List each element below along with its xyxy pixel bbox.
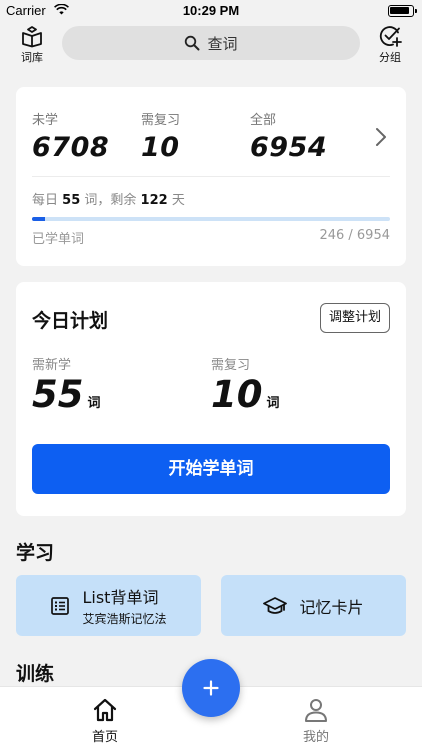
vocabulary-stats-card[interactable]: 未学 6708 需复习 10 全部 6954 每日 55 词，剩余 122 天 … <box>16 87 406 266</box>
plan-title: 今日计划 <box>32 310 109 332</box>
daily-mid: 词，剩余 <box>84 193 137 208</box>
study-section-title: 学习 <box>16 542 55 564</box>
unlearned-stat: 未学 6708 <box>32 109 109 163</box>
list-study-subtitle: 艾宾浩斯记忆法 <box>82 612 167 626</box>
daily-suffix: 天 <box>171 193 185 208</box>
progress-fill <box>32 217 45 221</box>
new-words-unit: 词 <box>87 396 101 411</box>
daily-prefix: 每日 <box>32 193 59 208</box>
training-section-title: 训练 <box>16 663 55 685</box>
review-stat: 需复习 10 <box>141 109 180 163</box>
start-learning-button[interactable]: 开始学单词 <box>32 444 390 494</box>
tab-mine-label: 我的 <box>302 730 329 745</box>
add-button[interactable] <box>182 659 240 717</box>
new-words-label: 需新学 <box>32 358 72 373</box>
learned-label: 已学单词 <box>32 232 85 247</box>
today-plan-card: 今日计划 调整计划 需新学 55 词 需复习 10 词 开始学单词 <box>16 282 406 516</box>
battery-icon <box>388 5 417 17</box>
group-label: 分组 <box>379 51 401 64</box>
graduation-cap-icon <box>263 596 288 614</box>
person-icon <box>305 699 327 722</box>
tab-home[interactable]: 首页 <box>75 697 135 745</box>
list-icon <box>51 596 70 615</box>
tab-mine[interactable]: 我的 <box>286 697 346 745</box>
book-icon <box>22 26 42 48</box>
list-study-button[interactable]: List背单词 艾宾浩斯记忆法 <box>16 575 201 636</box>
review-words-value: 10 <box>211 373 263 416</box>
plus-icon <box>203 680 219 696</box>
learned-progress-bar <box>32 217 390 221</box>
search-placeholder: 查词 <box>207 34 238 53</box>
days-left: 122 <box>140 193 168 208</box>
home-icon <box>93 698 117 722</box>
daily-count: 55 <box>62 193 81 208</box>
divider <box>32 176 390 177</box>
adjust-plan-button[interactable]: 调整计划 <box>319 303 390 333</box>
total-value: 6954 <box>250 132 328 163</box>
review-words-stat: 需复习 10 词 <box>211 354 280 416</box>
chevron-right-icon[interactable] <box>374 127 388 147</box>
status-bar: Carrier 10:29 PM <box>0 0 422 22</box>
flashcards-title: 记忆卡片 <box>299 597 364 617</box>
daily-plan-summary: 每日 55 词，剩余 122 天 <box>32 189 185 208</box>
review-value: 10 <box>141 132 180 163</box>
vocabulary-label: 词库 <box>21 51 43 64</box>
search-icon <box>185 35 200 51</box>
review-words-unit: 词 <box>266 396 280 411</box>
learned-ratio: 246 / 6954 <box>319 228 390 243</box>
group-button[interactable]: 分组 <box>370 24 410 65</box>
top-nav: 词库 查词 分组 <box>0 22 422 68</box>
review-words-label: 需复习 <box>211 358 251 373</box>
new-words-value: 55 <box>32 373 84 416</box>
flashcards-button[interactable]: 记忆卡片 <box>221 575 406 636</box>
unlearned-label: 未学 <box>32 113 59 128</box>
search-input[interactable]: 查词 <box>62 26 360 60</box>
tab-home-label: 首页 <box>91 730 118 745</box>
new-words-stat: 需新学 55 词 <box>32 354 101 416</box>
vocabulary-button[interactable]: 词库 <box>12 24 52 65</box>
list-study-text: List背单词 艾宾浩斯记忆法 <box>82 584 166 627</box>
check-plus-icon <box>379 26 402 47</box>
clock: 10:29 PM <box>182 3 240 18</box>
list-study-title: List背单词 <box>82 588 159 607</box>
total-stat: 全部 6954 <box>250 109 327 163</box>
total-label: 全部 <box>250 113 277 128</box>
review-label: 需复习 <box>141 113 181 128</box>
unlearned-value: 6708 <box>32 132 110 163</box>
